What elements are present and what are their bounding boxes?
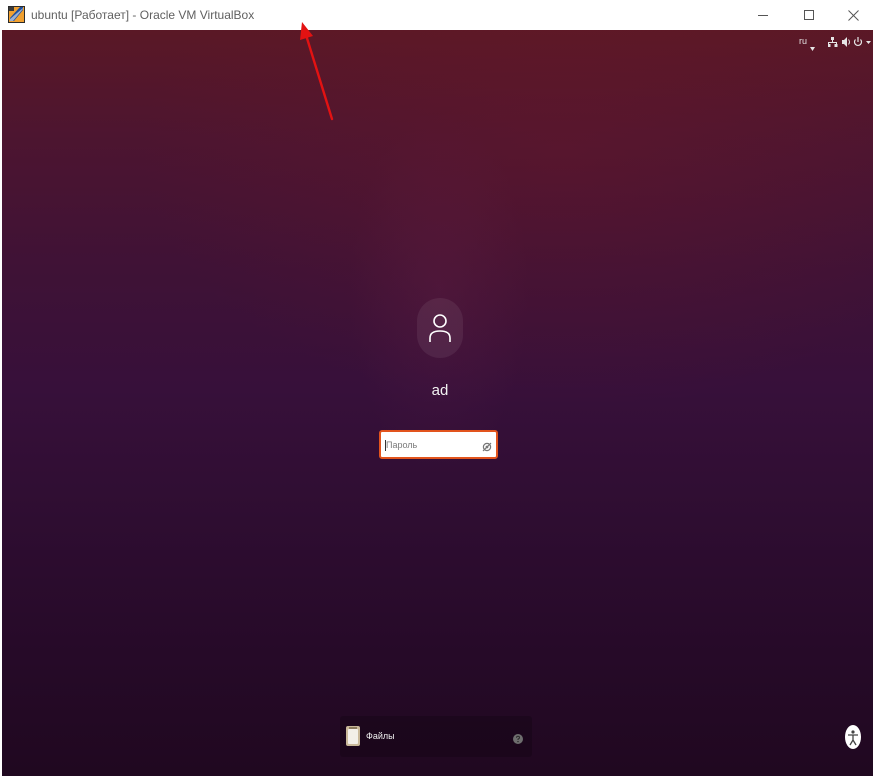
ubuntu-login-screen: ru ad Файлы [2, 30, 873, 776]
password-input[interactable] [386, 436, 480, 453]
user-avatar[interactable] [417, 298, 463, 358]
title-bar[interactable]: ubuntu [Работает] - Oracle VM VirtualBox [0, 0, 875, 30]
close-button[interactable] [830, 0, 875, 30]
files-icon [346, 726, 360, 751]
chevron-down-icon [866, 41, 871, 44]
minimize-icon [758, 10, 768, 20]
accessibility-icon[interactable] [845, 725, 861, 754]
top-panel: ru [2, 30, 873, 52]
user-avatar-icon [429, 314, 451, 342]
password-field[interactable] [379, 430, 498, 459]
reveal-password-icon[interactable] [482, 439, 492, 457]
virtualbox-icon [8, 6, 25, 23]
username-label: ad [431, 382, 449, 399]
close-icon [847, 9, 859, 21]
virtualbox-window: ubuntu [Работает] - Oracle VM VirtualBox… [0, 0, 875, 776]
window-title: ubuntu [Работает] - Oracle VM VirtualBox [31, 8, 255, 22]
help-icon[interactable] [513, 731, 523, 749]
system-menu[interactable] [827, 35, 872, 47]
network-icon [827, 37, 838, 47]
chevron-down-icon[interactable] [810, 38, 815, 56]
maximize-button[interactable] [786, 0, 832, 30]
keyboard-layout-indicator[interactable]: ru [799, 36, 807, 46]
maximize-icon [804, 10, 814, 20]
dock-item-files[interactable]: Файлы [340, 716, 532, 757]
files-label: Файлы [366, 731, 395, 741]
volume-icon [842, 37, 850, 47]
minimize-button[interactable] [740, 0, 786, 30]
power-icon [853, 37, 863, 46]
